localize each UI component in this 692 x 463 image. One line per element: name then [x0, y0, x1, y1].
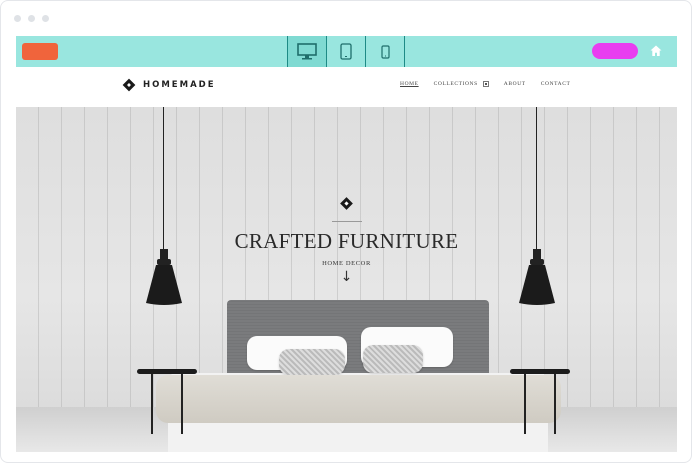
hero-divider: [331, 221, 362, 222]
toolbar-left-button[interactable]: [22, 43, 58, 60]
logo-text: HOMEMADE: [143, 80, 216, 90]
hero-banner: CRAFTED FURNITURE HOME DECOR ↓: [16, 107, 677, 452]
mobile-view-button[interactable]: [365, 36, 405, 67]
browser-window: HOMEMADE HOME COLLECTIONS ABOUT CONTACT: [0, 0, 692, 463]
window-dot[interactable]: [42, 15, 49, 22]
scroll-down-arrow-icon[interactable]: ↓: [16, 269, 677, 285]
patterned-pillow: [363, 345, 423, 373]
side-table-left: [137, 369, 199, 439]
toolbar-right-button[interactable]: [592, 43, 638, 59]
home-icon[interactable]: [649, 44, 663, 58]
hero-text-block: CRAFTED FURNITURE HOME DECOR ↓: [16, 195, 677, 285]
tablet-icon: [340, 43, 352, 60]
menu-item-label: COLLECTIONS: [433, 81, 478, 88]
window-dot[interactable]: [14, 15, 21, 22]
menu-item-collections[interactable]: COLLECTIONS: [434, 81, 489, 87]
preview-toolbar: [16, 36, 677, 67]
hero-diamond-icon: [340, 197, 353, 210]
window-controls: [14, 15, 49, 22]
desktop-view-button[interactable]: [287, 36, 326, 67]
window-dot[interactable]: [28, 15, 35, 22]
menu-item-home[interactable]: HOME: [400, 81, 419, 87]
main-menu: HOME COLLECTIONS ABOUT CONTACT: [400, 81, 585, 87]
patterned-pillow: [279, 349, 345, 375]
menu-item-about[interactable]: ABOUT: [504, 81, 526, 87]
hero-title: CRAFTED FURNITURE: [234, 229, 459, 253]
mobile-icon: [380, 44, 390, 59]
side-table-right: [510, 369, 572, 439]
hero-subtitle: HOME DECOR: [322, 260, 371, 267]
logo-diamond-icon: [122, 78, 136, 92]
blanket: [156, 375, 561, 423]
dropdown-icon: [482, 81, 489, 87]
site-header: HOMEMADE HOME COLLECTIONS ABOUT CONTACT: [16, 67, 677, 108]
desktop-icon: [297, 43, 317, 60]
tablet-view-button[interactable]: [326, 36, 365, 67]
site-logo[interactable]: HOMEMADE: [122, 78, 216, 92]
device-switcher: [287, 36, 405, 67]
menu-item-contact[interactable]: CONTACT: [541, 81, 571, 87]
